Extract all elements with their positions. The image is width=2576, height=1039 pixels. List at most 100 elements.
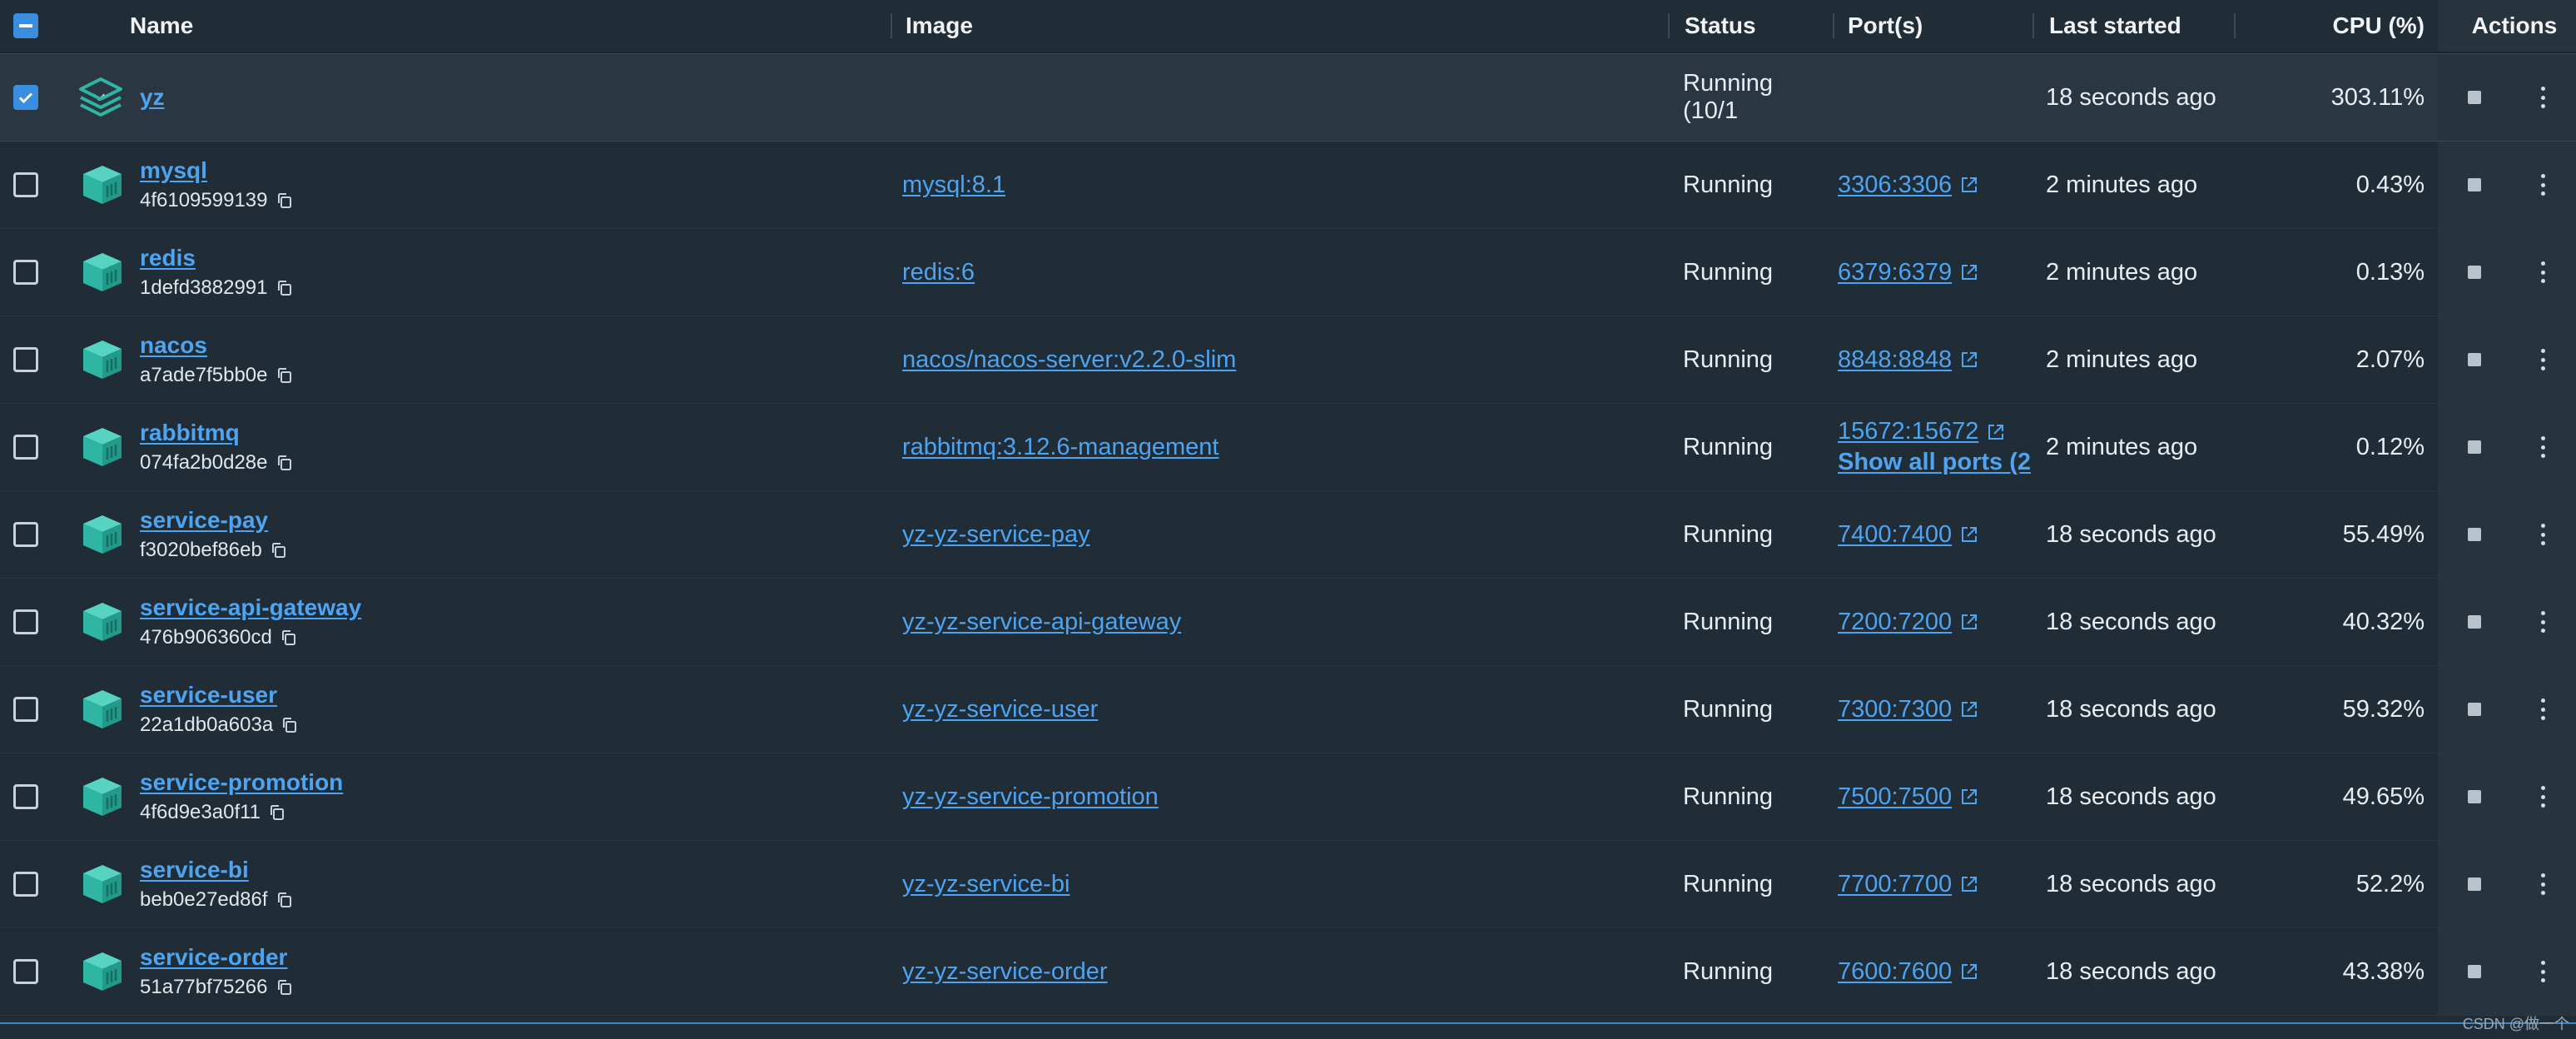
image-link[interactable]: yz-yz-service-pay — [902, 521, 1090, 549]
copy-icon[interactable] — [276, 367, 293, 384]
copy-icon[interactable] — [276, 979, 293, 996]
stop-icon[interactable] — [2468, 266, 2481, 279]
stop-icon[interactable] — [2468, 877, 2481, 891]
row-checkbox[interactable] — [13, 435, 38, 460]
stop-icon[interactable] — [2468, 703, 2481, 716]
external-link-icon[interactable] — [1960, 875, 1978, 893]
kebab-menu-icon[interactable] — [2541, 786, 2546, 808]
port-link[interactable]: 7500:7500 — [1838, 783, 1952, 811]
kebab-menu-icon[interactable] — [2541, 349, 2546, 370]
image-link[interactable]: yz-yz-service-user — [902, 696, 1098, 723]
header-last-started[interactable]: Last started — [2033, 0, 2234, 52]
table-row[interactable]: service-bi beb0e27ed86f yz-yz-service-bi… — [0, 841, 2576, 928]
port-link[interactable]: 3306:3306 — [1838, 172, 1952, 199]
copy-icon[interactable] — [276, 892, 293, 908]
row-checkbox[interactable] — [13, 872, 38, 897]
image-link[interactable]: nacos/nacos-server:v2.2.0-slim — [902, 346, 1236, 374]
external-link-icon[interactable] — [1960, 788, 1978, 806]
table-row[interactable]: rabbitmq 074fa2b0d28e rabbitmq:3.12.6-ma… — [0, 404, 2576, 491]
kebab-menu-icon[interactable] — [2541, 261, 2546, 283]
image-link[interactable]: redis:6 — [902, 259, 975, 286]
row-checkbox[interactable] — [13, 697, 38, 722]
copy-icon[interactable] — [280, 629, 297, 646]
table-row[interactable]: redis 1defd3882991 redis:6 Running 6379:… — [0, 229, 2576, 316]
kebab-menu-icon[interactable] — [2541, 961, 2546, 982]
image-link[interactable]: yz-yz-service-promotion — [902, 783, 1159, 811]
header-name[interactable]: Name — [130, 0, 891, 52]
kebab-menu-icon[interactable] — [2541, 174, 2546, 196]
copy-icon[interactable] — [276, 280, 293, 296]
stop-icon[interactable] — [2468, 965, 2481, 978]
kebab-menu-icon[interactable] — [2541, 87, 2546, 108]
external-link-icon[interactable] — [1960, 176, 1978, 194]
port-link[interactable]: 7200:7200 — [1838, 609, 1952, 636]
copy-icon[interactable] — [281, 717, 298, 733]
external-link-icon[interactable] — [1987, 423, 2005, 441]
group-name-link[interactable]: yz — [140, 84, 165, 111]
port-link[interactable]: 7700:7700 — [1838, 871, 1952, 898]
container-name-link[interactable]: nacos — [140, 332, 207, 359]
header-image[interactable]: Image — [891, 0, 1668, 52]
table-row[interactable]: mysql 4f6109599139 mysql:8.1 Running 330… — [0, 142, 2576, 229]
header-cpu[interactable]: CPU (%) — [2234, 0, 2438, 52]
container-name-link[interactable]: service-promotion — [140, 769, 343, 796]
image-link[interactable]: rabbitmq:3.12.6-management — [902, 434, 1219, 461]
table-row[interactable]: service-order 51a77bf75266 yz-yz-service… — [0, 928, 2576, 1016]
table-row[interactable]: service-promotion 4f6d9e3a0f11 yz-yz-ser… — [0, 753, 2576, 841]
external-link-icon[interactable] — [1960, 350, 1978, 369]
stop-icon[interactable] — [2468, 440, 2481, 454]
image-link[interactable]: yz-yz-service-api-gateway — [902, 609, 1181, 636]
container-name-link[interactable]: service-order — [140, 944, 287, 971]
stop-icon[interactable] — [2468, 353, 2481, 366]
compose-group-row[interactable]: yz Running (10/1 18 seconds ago 303.11% — [0, 53, 2576, 142]
external-link-icon[interactable] — [1960, 700, 1978, 718]
container-name-link[interactable]: service-api-gateway — [140, 594, 361, 621]
external-link-icon[interactable] — [1960, 525, 1978, 544]
kebab-menu-icon[interactable] — [2541, 524, 2546, 545]
row-checkbox[interactable] — [13, 172, 38, 197]
container-name-link[interactable]: service-user — [140, 682, 277, 708]
container-name-link[interactable]: mysql — [140, 157, 207, 184]
external-link-icon[interactable] — [1960, 613, 1978, 631]
copy-icon[interactable] — [276, 192, 293, 209]
image-link[interactable]: yz-yz-service-order — [902, 958, 1108, 986]
table-row[interactable]: nacos a7ade7f5bb0e nacos/nacos-server:v2… — [0, 316, 2576, 404]
copy-icon[interactable] — [271, 542, 287, 559]
table-row[interactable]: service-api-gateway 476b906360cd yz-yz-s… — [0, 579, 2576, 666]
kebab-menu-icon[interactable] — [2541, 698, 2546, 720]
external-link-icon[interactable] — [1960, 962, 1978, 981]
container-name-link[interactable]: service-bi — [140, 857, 249, 883]
port-link[interactable]: 7600:7600 — [1838, 958, 1952, 986]
stop-icon[interactable] — [2468, 790, 2481, 803]
stop-icon[interactable] — [2468, 178, 2481, 191]
header-status[interactable]: Status — [1668, 0, 1833, 52]
kebab-menu-icon[interactable] — [2541, 611, 2546, 633]
show-all-ports-link[interactable]: Show all ports (2 — [1838, 449, 2031, 476]
image-link[interactable]: yz-yz-service-bi — [902, 871, 1070, 898]
row-checkbox[interactable] — [13, 260, 38, 285]
table-row[interactable]: service-user 22a1db0a603a yz-yz-service-… — [0, 666, 2576, 753]
copy-icon[interactable] — [276, 455, 293, 471]
container-name-link[interactable]: redis — [140, 245, 196, 271]
header-select-all[interactable] — [0, 0, 53, 52]
port-link[interactable]: 7300:7300 — [1838, 696, 1952, 723]
copy-icon[interactable] — [269, 804, 285, 821]
header-ports[interactable]: Port(s) — [1833, 0, 2033, 52]
port-link[interactable]: 8848:8848 — [1838, 346, 1952, 374]
row-checkbox[interactable] — [13, 609, 38, 634]
row-checkbox[interactable] — [13, 959, 38, 984]
kebab-menu-icon[interactable] — [2541, 873, 2546, 895]
image-link[interactable]: mysql:8.1 — [902, 172, 1005, 199]
row-checkbox[interactable] — [13, 522, 38, 547]
stop-icon[interactable] — [2468, 91, 2481, 104]
container-name-link[interactable]: rabbitmq — [140, 420, 240, 446]
kebab-menu-icon[interactable] — [2541, 436, 2546, 458]
stop-icon[interactable] — [2468, 528, 2481, 541]
external-link-icon[interactable] — [1960, 263, 1978, 281]
group-checkbox[interactable] — [13, 85, 38, 110]
select-all-checkbox[interactable] — [13, 13, 38, 38]
row-checkbox[interactable] — [13, 784, 38, 809]
row-checkbox[interactable] — [13, 347, 38, 372]
table-row[interactable]: service-pay f3020bef86eb yz-yz-service-p… — [0, 491, 2576, 579]
port-link[interactable]: 15672:15672 — [1838, 418, 1978, 445]
